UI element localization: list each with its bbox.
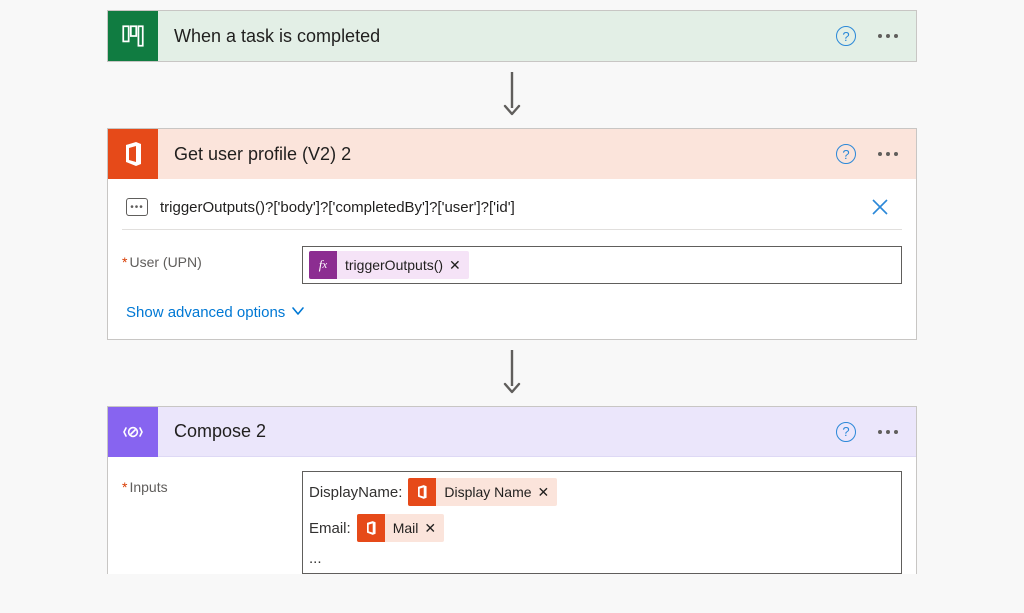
close-icon[interactable]: [864, 197, 896, 217]
chevron-down-icon: [291, 304, 305, 318]
inputs-label: *Inputs: [122, 471, 302, 495]
show-advanced-options-link[interactable]: Show advanced options: [126, 304, 305, 321]
expression-preview-bar: ••• triggerOutputs()?['body']?['complete…: [122, 193, 902, 230]
token-remove-icon[interactable]: ✕: [538, 484, 558, 501]
inputs-input[interactable]: DisplayName: Display Name ✕ Email:: [302, 471, 902, 574]
more-menu-icon[interactable]: [878, 430, 898, 434]
compose-card[interactable]: Compose 2 ? *Inputs DisplayName: Displ: [107, 406, 917, 574]
token-remove-icon[interactable]: ✕: [449, 257, 469, 274]
connector-arrow: [107, 62, 917, 128]
mail-token[interactable]: Mail ✕: [357, 514, 444, 542]
action2-header[interactable]: Compose 2 ?: [108, 407, 916, 457]
help-icon[interactable]: ?: [836, 144, 856, 164]
connector-arrow: [107, 340, 917, 406]
compose-icon: [108, 407, 158, 457]
more-menu-icon[interactable]: [878, 152, 898, 156]
trigger-card[interactable]: When a task is completed ?: [107, 10, 917, 62]
user-upn-row: *User (UPN) fx triggerOutputs() ✕: [122, 246, 902, 284]
trigger-header[interactable]: When a task is completed ?: [108, 11, 916, 61]
help-icon[interactable]: ?: [836, 26, 856, 46]
help-icon[interactable]: ?: [836, 422, 856, 442]
office365-icon: [108, 129, 158, 179]
expression-icon: •••: [126, 198, 148, 216]
more-menu-icon[interactable]: [878, 34, 898, 38]
office365-icon: [408, 478, 436, 506]
expression-text: triggerOutputs()?['body']?['completedBy'…: [160, 199, 852, 216]
expression-token[interactable]: fx triggerOutputs() ✕: [309, 251, 469, 279]
displayname-token[interactable]: Display Name ✕: [408, 478, 557, 506]
trigger-title: When a task is completed: [174, 26, 836, 47]
user-upn-label: *User (UPN): [122, 246, 302, 270]
inputs-row: *Inputs DisplayName: Display Name ✕: [122, 471, 902, 574]
displayname-label: DisplayName:: [309, 484, 402, 501]
office365-icon: [357, 514, 385, 542]
ellipsis-text: ...: [309, 550, 322, 567]
action1-title: Get user profile (V2) 2: [174, 144, 836, 165]
token-remove-icon[interactable]: ✕: [424, 520, 444, 537]
planner-icon: [108, 11, 158, 61]
action2-title: Compose 2: [174, 421, 836, 442]
fx-icon: fx: [309, 251, 337, 279]
email-label: Email:: [309, 520, 351, 537]
action1-header[interactable]: Get user profile (V2) 2 ?: [108, 129, 916, 179]
user-upn-input[interactable]: fx triggerOutputs() ✕: [302, 246, 902, 284]
get-user-profile-card[interactable]: Get user profile (V2) 2 ? ••• triggerOut…: [107, 128, 917, 340]
